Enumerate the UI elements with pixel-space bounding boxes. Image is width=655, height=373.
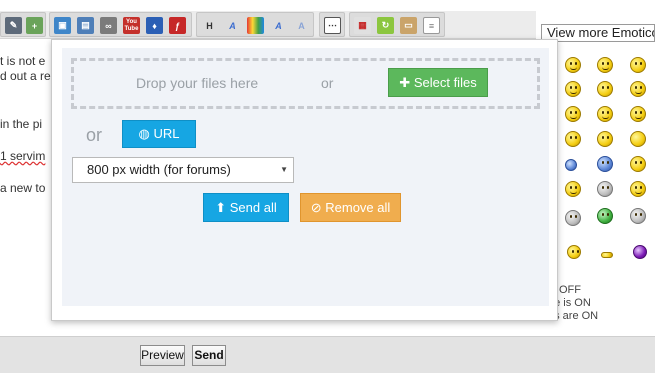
editor-text-line: 1 servim <box>0 149 46 163</box>
cool-emoticon-icon[interactable] <box>630 106 646 122</box>
sad-emoticon-icon[interactable] <box>597 81 613 97</box>
link-icon[interactable]: ∞ <box>100 17 117 34</box>
image-icon[interactable]: ▣ <box>54 17 71 34</box>
image-link-icon[interactable]: ▤ <box>77 17 94 34</box>
blue-emoticon-icon[interactable] <box>597 156 613 172</box>
post-actions-bar: Preview Send <box>0 336 655 373</box>
upload-dialog-body: Drop your files here or ✚ Select files o… <box>62 48 549 306</box>
wave-emoticon-icon[interactable] <box>630 181 646 197</box>
page-icon[interactable]: ≡ <box>423 17 440 34</box>
preview-button[interactable]: Preview <box>140 345 185 366</box>
color-icon[interactable] <box>247 17 264 34</box>
plus-icon: ✚ <box>399 75 411 90</box>
paste-icon[interactable]: ▭ <box>400 17 417 34</box>
font-icon[interactable]: A <box>270 17 287 34</box>
remove-all-label: Remove all <box>325 200 391 215</box>
flash-icon[interactable]: ƒ <box>169 17 186 34</box>
heading-icon[interactable]: H <box>201 17 218 34</box>
insert-icon[interactable]: + <box>26 17 43 34</box>
cat-emoticon-icon[interactable] <box>630 208 646 224</box>
toolbar-group-1: ✎ + <box>0 12 46 37</box>
editor-text-line: in the pi <box>0 117 43 131</box>
edit-icon[interactable]: ✎ <box>5 17 22 34</box>
image-upload-dialog: Drop your files here or ✚ Select files o… <box>51 39 558 321</box>
grin-small-emoticon-icon[interactable] <box>567 245 581 259</box>
font-size-icon[interactable]: A <box>224 17 241 34</box>
grin-emoticon-icon[interactable] <box>565 81 581 97</box>
remove-all-button[interactable]: ⊘ Remove all <box>300 193 401 222</box>
editor-toolbar: ✎ + ▣ ▤ ∞ You Tube ♦ ƒ H A A A ⋯ ▦ ↻ ▭ ≡ <box>0 11 536 39</box>
emoticon-panel <box>557 48 655 268</box>
url-button[interactable]: ◍ URL <box>122 120 196 148</box>
alien-emoticon-icon[interactable] <box>597 208 613 224</box>
editor-text-line: t is not e <box>0 54 46 68</box>
dropzone-label: Drop your files here <box>136 75 259 91</box>
toolbar-group-5: ▦ ↻ ▭ ≡ <box>349 12 445 37</box>
dropzone-or-label: or <box>321 75 334 91</box>
tongue-emoticon-icon[interactable] <box>630 81 646 97</box>
smile-emoticon-icon[interactable] <box>565 57 581 73</box>
editor-text-line: d out a re <box>0 69 51 83</box>
toolbar-group-3: H A A A <box>196 12 314 37</box>
send-all-button[interactable]: ⬆ Send all <box>203 193 289 222</box>
image-size-value: 800 px width (for forums) <box>87 162 231 177</box>
neutral-emoticon-icon[interactable] <box>630 131 646 147</box>
date-icon[interactable]: ▦ <box>354 17 371 34</box>
send-all-label: Send all <box>229 200 277 215</box>
toolbar-group-2: ▣ ▤ ∞ You Tube ♦ ƒ <box>49 12 192 37</box>
heart-emoticon-icon[interactable] <box>630 156 646 172</box>
or-separator: or <box>86 125 103 145</box>
frown-emoticon-icon[interactable] <box>565 210 581 226</box>
select-files-label: Select files <box>413 75 477 90</box>
wink-emoticon-icon[interactable] <box>597 57 613 73</box>
angel-emoticon-icon[interactable] <box>597 181 613 197</box>
chevron-down-icon: ▼ <box>280 165 288 174</box>
dailymotion-icon[interactable]: ♦ <box>146 17 163 34</box>
hr-icon[interactable]: ⋯ <box>324 17 341 34</box>
sleepy-emoticon-icon[interactable] <box>601 252 613 258</box>
devil-emoticon-icon[interactable] <box>597 106 613 122</box>
youtube-icon[interactable]: You Tube <box>123 17 140 34</box>
view-more-emoticons-link[interactable]: View more Emoticons <box>541 24 655 42</box>
upload-icon: ⬆ <box>215 200 227 215</box>
purple-question-emoticon-icon[interactable] <box>633 245 647 259</box>
laugh-emoticon-icon[interactable] <box>565 106 581 122</box>
happy-emoticon-icon[interactable] <box>565 181 581 197</box>
refresh-icon[interactable]: ↻ <box>377 17 394 34</box>
url-label: URL <box>153 126 180 141</box>
toolbar-group-4: ⋯ <box>319 12 345 37</box>
ban-icon: ⊘ <box>310 200 322 215</box>
select-files-button[interactable]: ✚ Select files <box>388 68 488 97</box>
image-size-select[interactable]: 800 px width (for forums) ▼ <box>72 157 294 183</box>
file-dropzone[interactable]: Drop your files here or ✚ Select files <box>71 58 540 109</box>
strike-icon[interactable]: A <box>293 17 310 34</box>
surprised-emoticon-icon[interactable] <box>630 57 646 73</box>
send-button[interactable]: Send <box>192 345 226 366</box>
star-emoticon-icon[interactable] <box>565 159 577 171</box>
editor-text-line: a new to <box>0 181 46 195</box>
question-emoticon-icon[interactable] <box>565 131 581 147</box>
globe-icon: ◍ <box>138 126 150 141</box>
confused-emoticon-icon[interactable] <box>597 131 613 147</box>
